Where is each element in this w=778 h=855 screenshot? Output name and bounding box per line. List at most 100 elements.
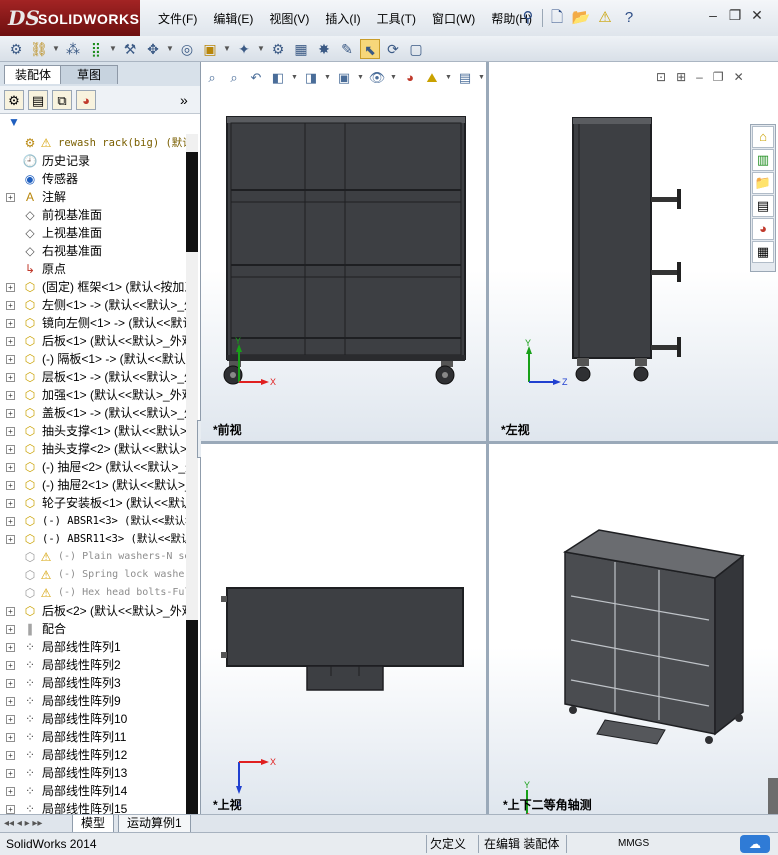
tab-sketch[interactable]: 草图 <box>60 65 118 84</box>
expand-toggle-icon[interactable]: + <box>6 805 15 814</box>
tree-item[interactable]: + ⬡ 后板<1> (默认<<默认>_外观 <box>0 332 186 350</box>
tree-item[interactable]: + ⬡ 加强<1> (默认<<默认>_外观 <box>0 386 186 404</box>
expand-toggle-icon[interactable]: + <box>6 409 15 418</box>
viewport-scrollbar[interactable] <box>768 778 778 814</box>
tab-model[interactable]: 模型 <box>72 815 115 833</box>
expand-toggle-icon[interactable]: + <box>6 733 15 742</box>
menu-file[interactable]: 文件(F) <box>150 10 205 28</box>
expand-toggle-icon[interactable]: + <box>6 787 15 796</box>
solidworks-logo[interactable]: DS SOLIDWORKS <box>0 0 140 36</box>
tree-item[interactable]: + ⬡ (-) 隔板<1> -> (默认<<默认 <box>0 350 186 368</box>
design-library-icon[interactable]: ▥ <box>752 149 774 171</box>
configuration-manager-icon[interactable]: ⧉ <box>52 89 72 110</box>
tree-item[interactable]: + ⬡ (-) ABSR1<3> (默认<<默认>_ <box>0 512 186 530</box>
expand-toggle-icon[interactable]: + <box>6 499 15 508</box>
menu-edit[interactable]: 编辑(E) <box>205 10 261 28</box>
tree-item[interactable]: + ⁘ 局部线性阵列3 <box>0 674 186 692</box>
expand-toggle-icon[interactable]: + <box>6 193 15 202</box>
expand-panel-icon[interactable]: » <box>180 92 188 108</box>
tree-item[interactable]: + ⁘ 局部线性阵列1 <box>0 638 186 656</box>
pin-icon[interactable]: ⚲ <box>518 8 538 28</box>
help-icon[interactable]: ? <box>619 8 639 28</box>
reference-geometry-icon[interactable]: ✦ <box>234 39 254 59</box>
minimize-icon[interactable]: – <box>706 8 720 22</box>
new-document-icon[interactable]: 🗋 <box>547 8 567 28</box>
expand-toggle-icon[interactable]: + <box>6 751 15 760</box>
minimize-icon[interactable]: – <box>696 70 703 84</box>
tree-item[interactable]: + ⁘ 局部线性阵列10 <box>0 710 186 728</box>
tree-item[interactable]: + ⁘ 局部线性阵列2 <box>0 656 186 674</box>
feature-manager-icon[interactable]: ⚙ <box>4 89 24 110</box>
graphics-area[interactable]: ⌕ ⌕ ↶ ◧ ▼ ◨ ▼ ▣ ▼ 👁 ▼ ◕ ⛰ ▼ ▤ ▼ Y X *前视 … <box>201 62 778 814</box>
expand-toggle-icon[interactable]: + <box>6 283 15 292</box>
file-explorer-icon[interactable]: 📁 <box>752 172 774 194</box>
menu-view[interactable]: 视图(V) <box>261 10 317 28</box>
explode-line-sketch-icon[interactable]: ✎ <box>337 39 357 59</box>
tree-item[interactable]: ⬡ ⚠ (-) Spring lock washers <box>0 566 186 584</box>
expand-toggle-icon[interactable]: + <box>6 391 15 400</box>
top-view-model[interactable]: Z X *上视 <box>201 444 486 814</box>
chevron-down-icon[interactable]: ▼ <box>109 39 117 59</box>
expand-toggle-icon[interactable]: + <box>6 463 15 472</box>
component-pattern-icon[interactable]: ⁂ <box>63 39 83 59</box>
expand-toggle-icon[interactable]: + <box>6 319 15 328</box>
update-speedpak-icon[interactable]: ⟳ <box>383 39 403 59</box>
isometric-view-model[interactable]: Y X Z *上下二等角轴测 <box>489 444 778 814</box>
share-icon[interactable]: ☁ <box>740 835 770 853</box>
mate-icon[interactable]: ⛓ <box>29 39 49 59</box>
show-hidden-icon[interactable]: ◎ <box>177 39 197 59</box>
expand-toggle-icon[interactable]: + <box>6 445 15 454</box>
tree-item[interactable]: + ⬡ 轮子安装板<1> (默认<<默认>_ <box>0 494 186 512</box>
close-icon[interactable]: ✕ <box>734 70 744 84</box>
tree-item[interactable]: + ⬡ (-) 抽屉2<1> (默认<<默认>_ <box>0 476 186 494</box>
tree-item[interactable]: + ⁘ 局部线性阵列14 <box>0 782 186 800</box>
custom-properties-icon[interactable]: ▦ <box>752 241 774 263</box>
tree-item[interactable]: ◇ 前视基准面 <box>0 206 186 224</box>
close-icon[interactable]: ✕ <box>750 8 764 22</box>
exploded-view-icon[interactable]: ✸ <box>314 39 334 59</box>
tree-item[interactable]: + ⬡ (-) 抽屉<2> (默认<<默认>_外 <box>0 458 186 476</box>
front-view-model[interactable]: Y X *前视 <box>201 62 486 441</box>
tree-item[interactable]: + ⬡ (固定) 框架<1> (默认<按加工 <box>0 278 186 296</box>
expand-toggle-icon[interactable]: + <box>6 625 15 634</box>
tree-item[interactable]: + ⬡ (-) ABSR11<3> (默认<<默认> <box>0 530 186 548</box>
tree-item[interactable]: + ⬡ 镜向左侧<1> -> (默认<<默认 <box>0 314 186 332</box>
open-folder-icon[interactable]: 📂 <box>571 8 591 28</box>
expand-toggle-icon[interactable]: + <box>6 301 15 310</box>
tree-item[interactable]: ◉ 传感器 <box>0 170 186 188</box>
chevron-down-icon[interactable]: ▼ <box>223 39 231 59</box>
menu-window[interactable]: 窗口(W) <box>424 10 483 28</box>
left-view-model[interactable]: Y Z *左视 <box>489 62 778 441</box>
expand-toggle-icon[interactable]: + <box>6 535 15 544</box>
expand-toggle-icon[interactable]: + <box>6 517 15 526</box>
expand-toggle-icon[interactable]: + <box>6 679 15 688</box>
expand-toggle-icon[interactable]: + <box>6 697 15 706</box>
appearances-icon[interactable]: ◕ <box>752 218 774 240</box>
tree-item[interactable]: ◇ 上视基准面 <box>0 224 186 242</box>
filter-icon[interactable]: ▼ <box>8 115 20 129</box>
expand-toggle-icon[interactable]: + <box>6 643 15 652</box>
tree-item[interactable]: ⚙ ⚠ rewash rack(big) (默认(默 <box>0 134 186 152</box>
tree-item[interactable]: + A 注解 <box>0 188 186 206</box>
expand-toggle-icon[interactable]: + <box>6 661 15 670</box>
tree-scrollbar-thumb[interactable] <box>186 152 198 252</box>
tab-assembly[interactable]: 装配体 <box>4 65 63 84</box>
restore-icon[interactable]: ❐ <box>728 8 742 22</box>
tree-item[interactable]: + ⬡ 左侧<1> -> (默认<<默认>_外 <box>0 296 186 314</box>
tree-item[interactable]: + ⁘ 局部线性阵列12 <box>0 746 186 764</box>
tree-item[interactable]: + ⬡ 盖板<1> -> (默认<<默认>_外 <box>0 404 186 422</box>
tab-scroll-arrows[interactable]: ◂◂ ◂ ▸ ▸▸ <box>4 818 42 829</box>
solidworks-resources-icon[interactable]: ⌂ <box>752 126 774 148</box>
bill-of-materials-icon[interactable]: ▦ <box>291 39 311 59</box>
tree-item[interactable]: + ⬡ 抽头支撑<2> (默认<<默认>_外 <box>0 440 186 458</box>
tree-item[interactable]: + ⁘ 局部线性阵列11 <box>0 728 186 746</box>
tree-item[interactable]: ⬡ ⚠ (-) Plain washers-N ser <box>0 548 186 566</box>
assembly-features-icon[interactable]: ▣ <box>200 39 220 59</box>
tree-item[interactable]: ↳ 原点 <box>0 260 186 278</box>
menu-insert[interactable]: 插入(I) <box>317 10 368 28</box>
expand-toggle-icon[interactable]: + <box>6 337 15 346</box>
split-views-icon[interactable]: ⊞ <box>676 70 686 84</box>
expand-toggle-icon[interactable]: + <box>6 373 15 382</box>
new-motion-study-icon[interactable]: ⚙ <box>268 39 288 59</box>
tree-item[interactable]: + ∥ 配合 <box>0 620 186 638</box>
